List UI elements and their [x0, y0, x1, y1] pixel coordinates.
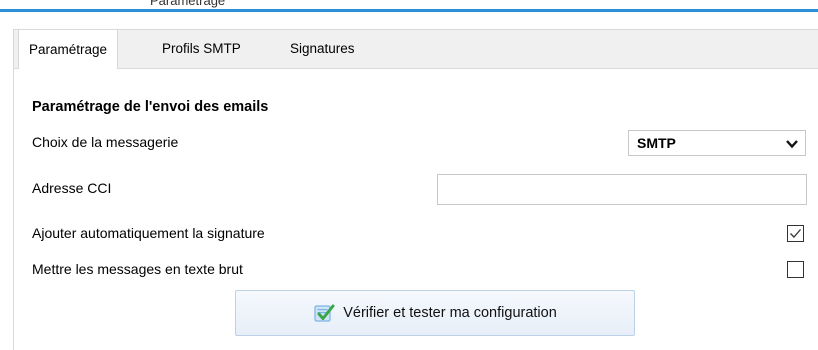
signature-checkbox[interactable] [787, 225, 804, 242]
tab-signatures[interactable]: Signatures [290, 30, 355, 68]
chevron-down-icon [786, 140, 798, 149]
messaging-select-value: SMTP [637, 135, 676, 151]
tab-parametrage[interactable]: Paramétrage [18, 29, 119, 69]
plaintext-label: Mettre les messages en texte brut [32, 261, 243, 277]
tab-profils-smtp[interactable]: Profils SMTP [162, 30, 241, 68]
checkmark-icon [790, 229, 801, 238]
cci-label: Adresse CCI [32, 180, 112, 196]
verify-config-button[interactable]: Vérifier et tester ma configuration [235, 290, 635, 336]
verify-config-label: Vérifier et tester ma configuration [343, 305, 557, 321]
messaging-select[interactable]: SMTP [628, 130, 806, 156]
section-heading: Paramétrage de l'envoi des emails [32, 99, 269, 115]
cci-input[interactable] [437, 174, 807, 205]
accent-bar [0, 9, 818, 12]
plaintext-checkbox[interactable] [787, 261, 804, 278]
check-document-icon [314, 304, 335, 322]
messaging-label: Choix de la messagerie [32, 134, 179, 150]
tab-strip: Paramétrage Profils SMTP Signatures [14, 29, 818, 69]
signature-label: Ajouter automatiquement la signature [32, 225, 265, 241]
window-title: Paramétrage [150, 0, 226, 8]
